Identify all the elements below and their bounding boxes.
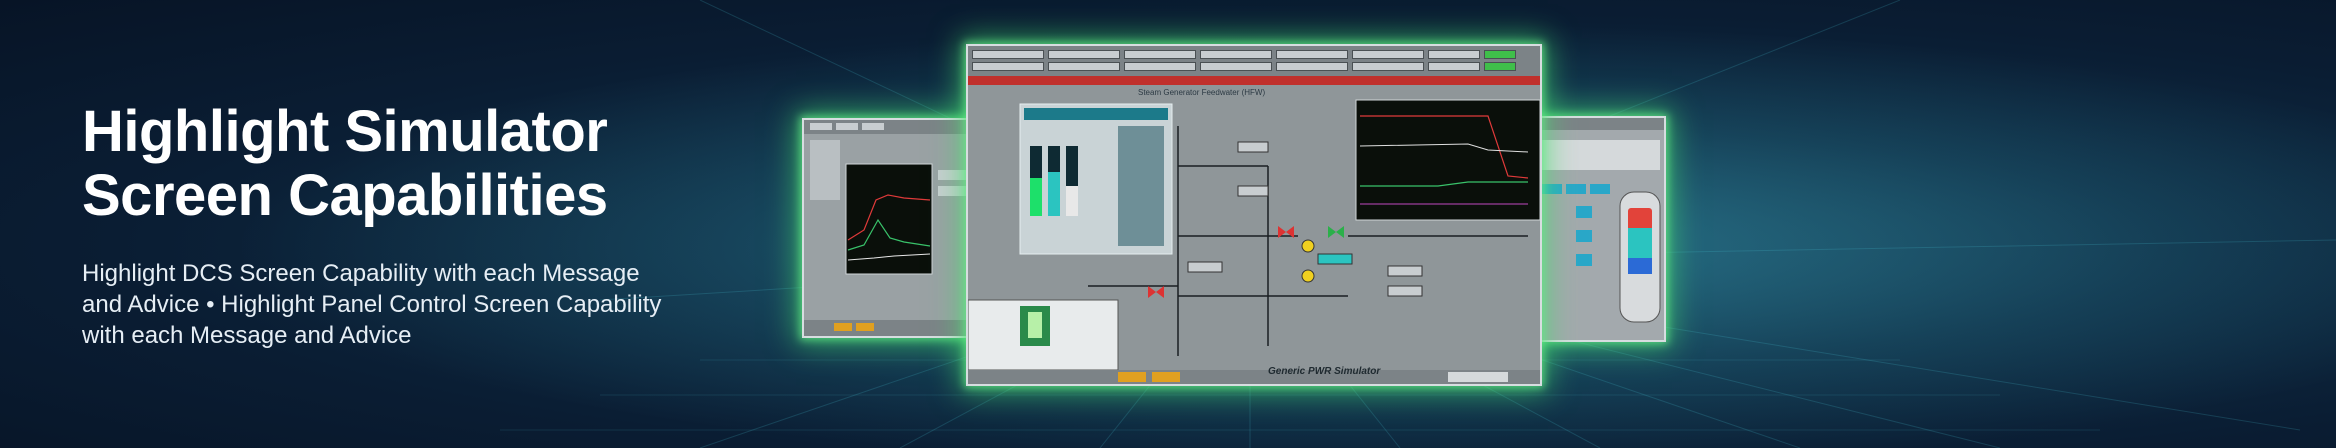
hero-title: Highlight Simulator Screen Capabilities: [82, 100, 608, 228]
dcs-process-graphic: [968, 99, 1540, 384]
dcs-trend-screenshot: [802, 118, 986, 338]
simulator-label: Generic PWR Simulator: [1268, 366, 1381, 377]
main-dcs-screenshot: Steam Generator Feedwater (HFW) Generic …: [966, 44, 1542, 386]
hero-title-line-1: Highlight Simulator: [82, 99, 608, 164]
dcs-trend-graphic: [804, 120, 984, 336]
alarm-banner: [968, 76, 1540, 85]
hero-subtitle: Highlight DCS Screen Capability with eac…: [82, 260, 662, 349]
hero-title-line-2: Screen Capabilities: [82, 163, 608, 228]
dcs-top-toolbar: [968, 46, 1540, 76]
panel-control-graphic: [1536, 118, 1664, 323]
panel-control-screenshot: [1534, 116, 1666, 342]
